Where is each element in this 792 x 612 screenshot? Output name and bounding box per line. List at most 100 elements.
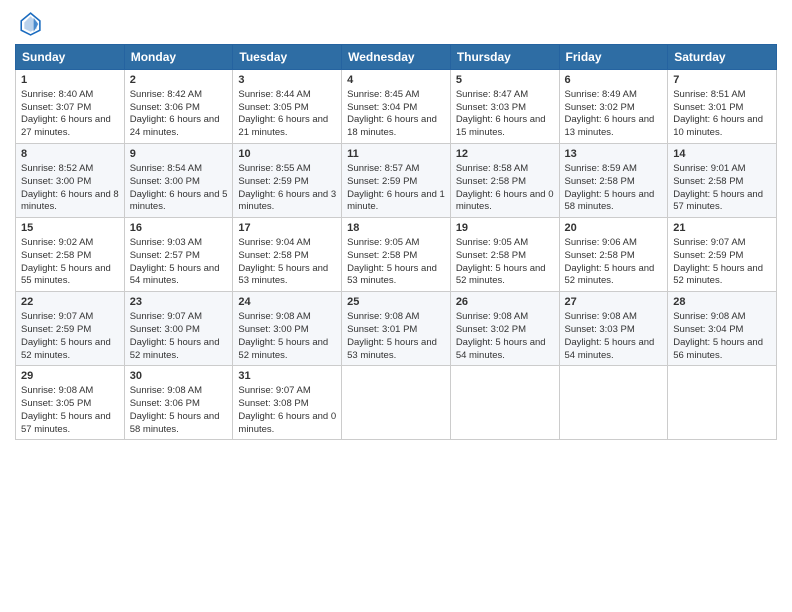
day-number: 10 <box>238 147 336 162</box>
day-number: 27 <box>565 295 663 310</box>
day-number: 23 <box>130 295 228 310</box>
calendar-week-row: 29Sunrise: 9:08 AMSunset: 3:05 PMDayligh… <box>16 366 777 440</box>
sunset-time: Sunset: 3:06 PM <box>130 398 200 409</box>
day-number: 24 <box>238 295 336 310</box>
sunset-time: Sunset: 3:00 PM <box>130 176 200 187</box>
daylight-hours: Daylight: 5 hours and 54 minutes. <box>130 263 220 287</box>
calendar-cell: 15Sunrise: 9:02 AMSunset: 2:58 PMDayligh… <box>16 218 125 292</box>
sunset-time: Sunset: 3:03 PM <box>565 324 635 335</box>
day-number: 22 <box>21 295 119 310</box>
sunset-time: Sunset: 3:02 PM <box>456 324 526 335</box>
sunrise-time: Sunrise: 9:03 AM <box>130 237 202 248</box>
weekday-header-sunday: Sunday <box>16 45 125 70</box>
day-number: 16 <box>130 221 228 236</box>
daylight-hours: Daylight: 5 hours and 54 minutes. <box>456 337 546 361</box>
calendar-cell <box>450 366 559 440</box>
daylight-hours: Daylight: 6 hours and 8 minutes. <box>21 189 119 213</box>
sunrise-time: Sunrise: 9:07 AM <box>238 385 310 396</box>
sunrise-time: Sunrise: 8:52 AM <box>21 163 93 174</box>
sunrise-time: Sunrise: 8:42 AM <box>130 89 202 100</box>
weekday-header-thursday: Thursday <box>450 45 559 70</box>
calendar-cell: 12Sunrise: 8:58 AMSunset: 2:58 PMDayligh… <box>450 144 559 218</box>
sunset-time: Sunset: 3:02 PM <box>565 102 635 113</box>
logo-icon <box>15 10 43 38</box>
daylight-hours: Daylight: 5 hours and 56 minutes. <box>673 337 763 361</box>
day-number: 12 <box>456 147 554 162</box>
sunset-time: Sunset: 3:05 PM <box>238 102 308 113</box>
calendar-week-row: 15Sunrise: 9:02 AMSunset: 2:58 PMDayligh… <box>16 218 777 292</box>
daylight-hours: Daylight: 5 hours and 52 minutes. <box>130 337 220 361</box>
calendar-cell: 22Sunrise: 9:07 AM Sunset: 2:59 PM Dayligh… <box>16 292 125 366</box>
weekday-header-tuesday: Tuesday <box>233 45 342 70</box>
day-number: 4 <box>347 73 445 88</box>
calendar-cell: 11Sunrise: 8:57 AMSunset: 2:59 PMDayligh… <box>342 144 451 218</box>
calendar-week-row: 8Sunrise: 8:52 AM Sunset: 3:00 PM Daylight… <box>16 144 777 218</box>
logo <box>15 10 47 38</box>
sunset-time: Sunset: 3:04 PM <box>673 324 743 335</box>
day-number: 17 <box>238 221 336 236</box>
sunrise-time: Sunrise: 9:07 AM <box>130 311 202 322</box>
day-number: 13 <box>565 147 663 162</box>
day-number: 30 <box>130 369 228 384</box>
day-number: 5 <box>456 73 554 88</box>
calendar-cell <box>668 366 777 440</box>
calendar-cell: 31Sunrise: 9:07 AMSunset: 3:08 PMDayligh… <box>233 366 342 440</box>
day-number: 6 <box>565 73 663 88</box>
day-number: 11 <box>347 147 445 162</box>
sunrise-time: Sunrise: 8:49 AM <box>565 89 637 100</box>
weekday-header-wednesday: Wednesday <box>342 45 451 70</box>
calendar-cell: 16Sunrise: 9:03 AM Sunset: 2:57 PM Dayligh… <box>124 218 233 292</box>
calendar-cell: 2Sunrise: 8:42 AMSunset: 3:06 PMDaylight… <box>124 70 233 144</box>
sunset-time: Sunset: 3:00 PM <box>21 176 91 187</box>
calendar-cell: 21Sunrise: 9:07 AMSunset: 2:59 PMDayligh… <box>668 218 777 292</box>
sunrise-time: Sunrise: 8:40 AM <box>21 89 93 100</box>
calendar-cell: 29Sunrise: 9:08 AMSunset: 3:05 PMDayligh… <box>16 366 125 440</box>
calendar-cell: 6Sunrise: 8:49 AMSunset: 3:02 PMDaylight… <box>559 70 668 144</box>
daylight-hours: Daylight: 6 hours and 5 minutes. <box>130 189 228 213</box>
sunset-time: Sunset: 2:58 PM <box>565 176 635 187</box>
sunrise-time: Sunrise: 8:58 AM <box>456 163 528 174</box>
day-number: 29 <box>21 369 119 384</box>
weekday-header-row: SundayMondayTuesdayWednesdayThursdayFrid… <box>16 45 777 70</box>
sunset-time: Sunset: 2:59 PM <box>673 250 743 261</box>
day-number: 3 <box>238 73 336 88</box>
day-number: 7 <box>673 73 771 88</box>
daylight-hours: Daylight: 6 hours and 0 minutes. <box>238 411 336 435</box>
sunrise-time: Sunrise: 8:47 AM <box>456 89 528 100</box>
day-number: 18 <box>347 221 445 236</box>
daylight-hours: Daylight: 6 hours and 1 minute. <box>347 189 445 213</box>
calendar-cell: 27Sunrise: 9:08 AMSunset: 3:03 PMDayligh… <box>559 292 668 366</box>
calendar-cell: 28Sunrise: 9:08 AMSunset: 3:04 PMDayligh… <box>668 292 777 366</box>
daylight-hours: Daylight: 6 hours and 24 minutes. <box>130 114 220 138</box>
daylight-hours: Daylight: 5 hours and 53 minutes. <box>347 263 437 287</box>
calendar-cell: 18Sunrise: 9:05 AMSunset: 2:58 PMDayligh… <box>342 218 451 292</box>
sunset-time: Sunset: 2:59 PM <box>21 324 91 335</box>
calendar-week-row: 22Sunrise: 9:07 AMSunset: 2:59 PMDayligh… <box>16 292 777 366</box>
sunset-time: Sunset: 2:59 PM <box>238 176 308 187</box>
sunset-time: Sunset: 2:58 PM <box>565 250 635 261</box>
day-number: 8 <box>21 147 119 162</box>
weekday-header-monday: Monday <box>124 45 233 70</box>
sunrise-time: Sunrise: 9:08 AM <box>673 311 745 322</box>
day-number: 19 <box>456 221 554 236</box>
sunrise-time: Sunrise: 9:07 AM <box>21 311 93 322</box>
calendar-table: SundayMondayTuesdayWednesdayThursdayFrid… <box>15 44 777 440</box>
calendar-cell: 20Sunrise: 9:06 AMSunset: 2:58 PMDayligh… <box>559 218 668 292</box>
calendar-cell: 14Sunrise: 9:01 AMSunset: 2:58 PMDayligh… <box>668 144 777 218</box>
daylight-hours: Daylight: 5 hours and 52 minutes. <box>21 337 111 361</box>
calendar-cell: 9Sunrise: 8:54 AM Sunset: 3:00 PM Daylight… <box>124 144 233 218</box>
sunset-time: Sunset: 3:00 PM <box>238 324 308 335</box>
daylight-hours: Daylight: 5 hours and 52 minutes. <box>238 337 328 361</box>
sunrise-time: Sunrise: 8:54 AM <box>130 163 202 174</box>
calendar-cell: 19Sunrise: 9:05 AMSunset: 2:58 PMDayligh… <box>450 218 559 292</box>
calendar-cell: 10Sunrise: 8:55 AMSunset: 2:59 PMDayligh… <box>233 144 342 218</box>
sunset-time: Sunset: 3:03 PM <box>456 102 526 113</box>
daylight-hours: Daylight: 5 hours and 52 minutes. <box>565 263 655 287</box>
sunset-time: Sunset: 2:57 PM <box>130 250 200 261</box>
daylight-hours: Daylight: 5 hours and 55 minutes. <box>21 263 111 287</box>
sunset-time: Sunset: 3:05 PM <box>21 398 91 409</box>
calendar-cell: 13Sunrise: 8:59 AMSunset: 2:58 PMDayligh… <box>559 144 668 218</box>
day-number: 14 <box>673 147 771 162</box>
sunrise-time: Sunrise: 8:51 AM <box>673 89 745 100</box>
day-number: 9 <box>130 147 228 162</box>
